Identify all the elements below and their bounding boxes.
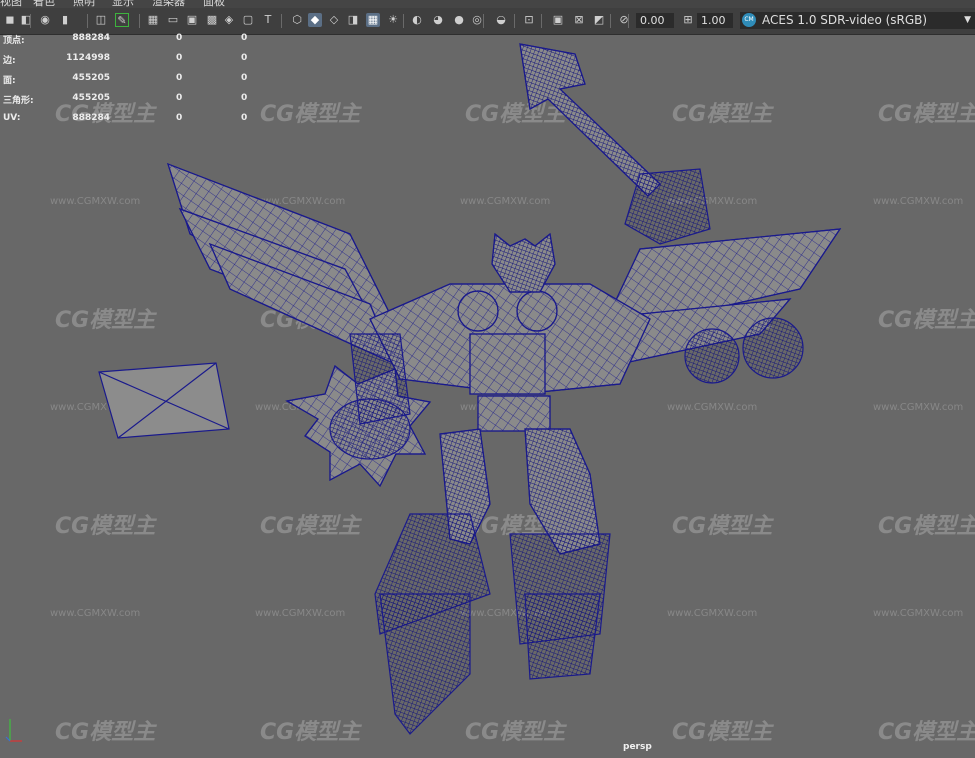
menu-item[interactable]: 照明 <box>73 0 95 8</box>
textured-icon[interactable]: ▦ <box>366 13 380 27</box>
toolbar-separator <box>87 14 88 28</box>
toolbar-separator <box>139 14 140 28</box>
color-space-label: ACES 1.0 SDR-video (sRGB) <box>762 13 928 27</box>
hud-value: 455205 <box>72 93 110 103</box>
left-leg <box>374 428 491 735</box>
depth-of-field-icon[interactable]: ◒ <box>494 13 508 27</box>
right-leg <box>509 428 611 680</box>
hud-row: UV: 888284 0 0 <box>0 113 260 127</box>
exposure-field[interactable]: 0.00 <box>636 13 674 28</box>
sword-weapon <box>519 43 711 245</box>
hud-value: 0 <box>176 113 183 123</box>
hud-value: 455205 <box>72 73 110 83</box>
lights-icon[interactable]: ☀ <box>386 13 400 27</box>
hud-value: 0 <box>241 93 248 103</box>
film-gate-icon[interactable]: ▭ <box>166 13 180 27</box>
toolbar-separator <box>541 14 542 28</box>
hud-value: 0 <box>176 93 183 103</box>
robot-wireframe-model[interactable] <box>0 34 975 758</box>
gate-mask-icon[interactable]: ▩ <box>205 13 219 27</box>
hud-value: 0 <box>176 33 183 43</box>
resolution-gate-icon[interactable]: ▣ <box>185 13 199 27</box>
color-management-icon[interactable]: CM <box>742 13 756 27</box>
toolbar-separator <box>628 14 629 28</box>
bookmark-icon[interactable]: ◉ <box>38 13 52 27</box>
hud-value: 0 <box>176 53 183 63</box>
xray-icon[interactable]: ▣ <box>551 13 565 27</box>
hud-label: 面: <box>3 76 16 86</box>
menu-item[interactable]: 视图 <box>0 0 22 8</box>
gamma-field[interactable]: 1.00 <box>697 13 733 28</box>
toolbar-separator <box>30 14 31 28</box>
hud-value: 0 <box>241 53 248 63</box>
default-material-icon[interactable]: ◇ <box>327 13 341 27</box>
ambient-occlusion-icon[interactable]: ◕ <box>431 13 445 27</box>
hud-value: 0 <box>176 73 183 83</box>
backface-icon[interactable]: ◩ <box>592 13 606 27</box>
wireframe-on-shaded-icon[interactable]: ◨ <box>346 13 360 27</box>
hud-row: 顶点: 888284 0 0 <box>0 33 260 47</box>
isolate-select-icon[interactable]: ⊡ <box>522 13 536 27</box>
viewport-toolbar: ◼ ◧ ◉ ▮ ◫ ✎ ▦ ▭ ▣ ▩ ◈ ▢ T ⬡ ◆ ◇ ◨ ▦ ☀ ◐ ◕ ● ◎ ◒ ⊡ ▣ ⊠ ◩ ⊘ 0.00 ⊞ 1.0… <box>0 8 975 35</box>
antialias-icon[interactable]: ◎ <box>470 13 484 27</box>
hud-label: 顶点: <box>3 36 25 46</box>
hud-value: 0 <box>241 73 248 83</box>
sphere-left <box>684 328 740 384</box>
hud-row: 面: 455205 0 0 <box>0 73 260 87</box>
menu-item[interactable]: 渲染器 <box>152 0 185 8</box>
axis-gizmo-icon <box>5 719 22 742</box>
shadows-icon[interactable]: ◐ <box>410 13 424 27</box>
smooth-shade-icon[interactable]: ◆ <box>308 13 322 27</box>
grid-2d-icon[interactable]: ◫ <box>94 13 108 27</box>
camera-name-label: persp <box>623 742 652 752</box>
field-chart-icon[interactable]: ◈ <box>222 13 236 27</box>
menu-item[interactable]: 着色 <box>33 0 55 8</box>
gamma-icon[interactable]: ⊞ <box>681 13 695 27</box>
hud-row: 三角形: 455205 0 0 <box>0 93 260 107</box>
chevron-down-icon: ▼ <box>964 15 971 25</box>
hud-label: 三角形: <box>3 96 34 106</box>
toolbar-separator <box>403 14 404 28</box>
safe-title-icon[interactable]: T <box>261 13 275 27</box>
menu-item[interactable]: 面板 <box>203 0 225 8</box>
sphere-right <box>742 317 804 379</box>
image-plane-icon[interactable]: ▮ <box>58 13 72 27</box>
color-space-dropdown[interactable]: CM ACES 1.0 SDR-video (sRGB) ▼ <box>740 12 975 29</box>
hud-label: UV: <box>3 113 21 123</box>
hud-label: 边: <box>3 56 16 66</box>
motion-blur-icon[interactable]: ● <box>452 13 466 27</box>
toolbar-separator <box>610 14 611 28</box>
toolbar-separator <box>281 14 282 28</box>
toolbar-separator <box>514 14 515 28</box>
grid-icon[interactable]: ▦ <box>146 13 160 27</box>
hud-value: 0 <box>241 113 248 123</box>
xray-joints-icon[interactable]: ⊠ <box>572 13 586 27</box>
pencil-icon[interactable]: ✎ <box>115 13 129 27</box>
viewport-3d[interactable]: CG模型主 www.CGMXW.com CG模型主 www.CGMXW.com CG模型… <box>0 34 975 758</box>
hud-row: 边: 1124998 0 0 <box>0 53 260 67</box>
toolbar-separator <box>483 14 484 28</box>
hud-value: 0 <box>241 33 248 43</box>
hud-value: 888284 <box>72 113 110 123</box>
wireframe-icon[interactable]: ⬡ <box>290 13 304 27</box>
camera-select-icon[interactable]: ◼ <box>3 13 17 27</box>
hud-value: 888284 <box>72 33 110 43</box>
menu-item[interactable]: 显示 <box>112 0 134 8</box>
safe-action-icon[interactable]: ▢ <box>241 13 255 27</box>
hud-value: 1124998 <box>66 53 110 63</box>
menu-bar: 视图 着色 照明 显示 渲染器 面板 <box>0 0 975 8</box>
robot-head <box>491 232 556 293</box>
